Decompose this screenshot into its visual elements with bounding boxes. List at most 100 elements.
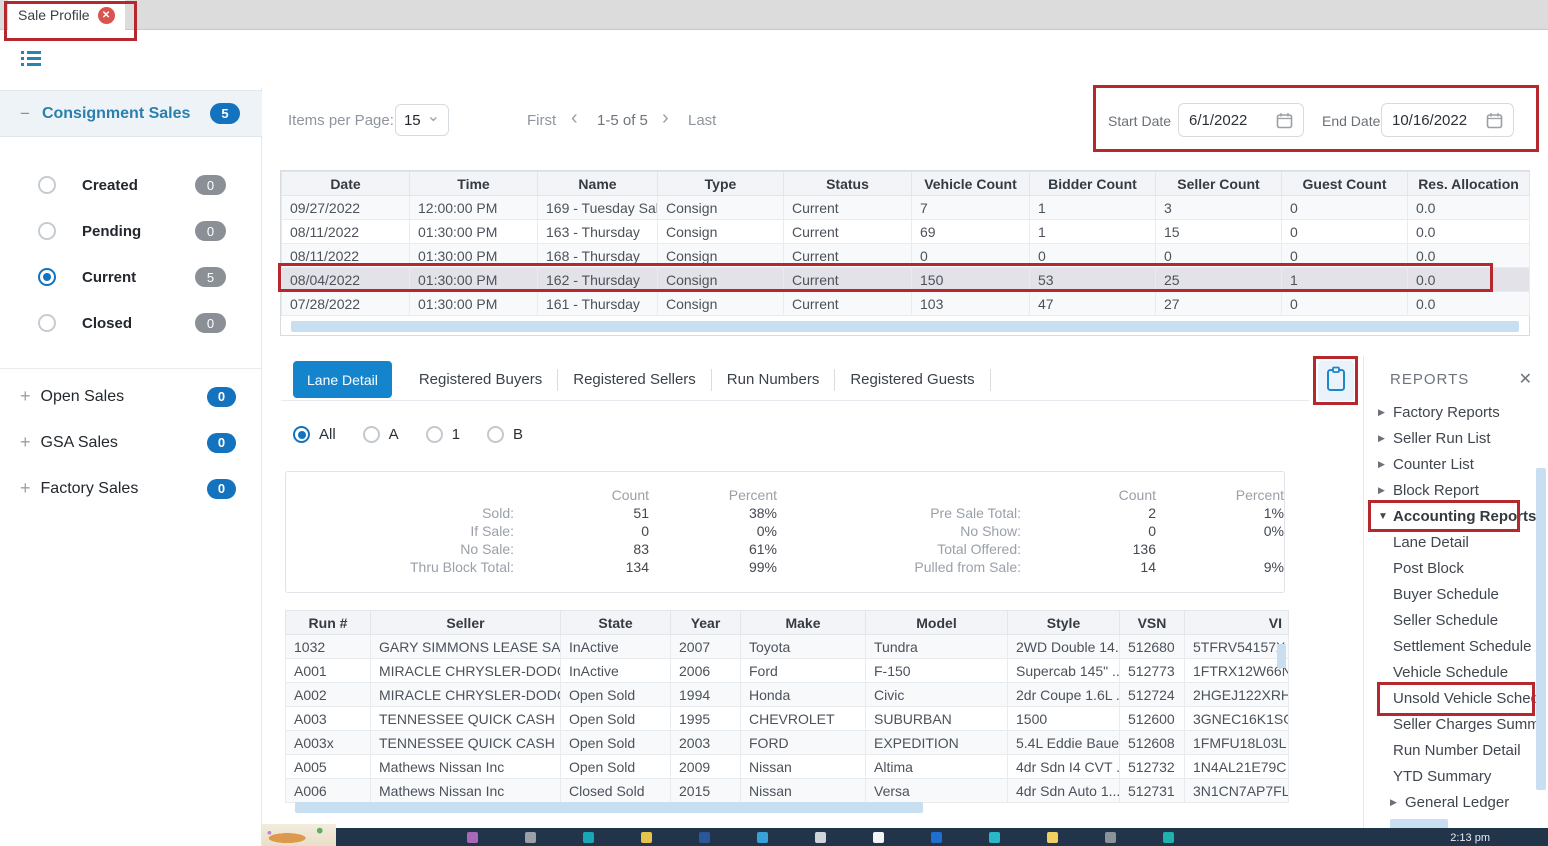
- close-icon[interactable]: ✕: [1519, 369, 1532, 389]
- sidebar-item-gsa-sales[interactable]: GSA Sales 0: [0, 419, 262, 465]
- lane-filter-a[interactable]: A: [363, 426, 399, 443]
- photos-icon[interactable]: [931, 832, 942, 843]
- report-item[interactable]: ▶ Block Report: [1368, 477, 1540, 503]
- sidebar-item-open-sales[interactable]: Open Sales 0: [0, 373, 262, 419]
- lane-filter-b[interactable]: B: [487, 426, 523, 443]
- count-header: Count: [1021, 486, 1156, 504]
- start-date-label: Start Date: [1108, 113, 1171, 129]
- taskbar-icons: [467, 832, 1174, 843]
- browser-icon[interactable]: [757, 832, 768, 843]
- word-app-icon[interactable]: [699, 832, 710, 843]
- radio-icon: [487, 426, 504, 443]
- report-item[interactable]: ▶ Seller Run List: [1368, 425, 1540, 451]
- report-item[interactable]: Post Block: [1368, 555, 1540, 581]
- expand-plus-icon: [20, 386, 31, 407]
- vertical-scrollbar[interactable]: [1277, 644, 1286, 668]
- horizontal-scrollbar[interactable]: [295, 802, 923, 813]
- report-item[interactable]: Run Number Detail: [1368, 737, 1540, 763]
- sidebar: Consignment Sales 5 Created 0 Pending 0 …: [0, 88, 262, 846]
- expand-arrow-icon: ▶: [1378, 433, 1393, 444]
- report-item[interactable]: YTD Summary: [1368, 763, 1540, 789]
- close-icon[interactable]: ✕: [98, 7, 115, 24]
- expand-plus-icon: [20, 478, 31, 499]
- vehicle-row[interactable]: A001MIRACLE CHRYSLER-DODGE-J... InActive…: [286, 659, 1289, 683]
- expand-plus-icon: [20, 432, 31, 453]
- count-badge: 0: [195, 221, 226, 241]
- sidebar-section-consignment-sales[interactable]: Consignment Sales 5: [0, 90, 262, 137]
- sidebar-item-factory-sales[interactable]: Factory Sales 0: [0, 465, 262, 511]
- expand-arrow-icon: ▶: [1390, 797, 1405, 808]
- report-item[interactable]: ▶ General Ledger: [1368, 789, 1540, 815]
- files-icon[interactable]: [815, 832, 826, 843]
- report-item[interactable]: Settlement Schedule: [1368, 633, 1540, 659]
- vehicle-table-header: Run # Seller State Year Make Model Style…: [286, 611, 1289, 635]
- count-badge: 0: [207, 387, 236, 407]
- vehicle-row[interactable]: A005Mathews Nissan Inc Open Sold2009 Nis…: [286, 755, 1289, 779]
- divider: [1363, 356, 1364, 832]
- pagination-next-icon[interactable]: [662, 107, 669, 130]
- vehicle-row[interactable]: A002MIRACLE CHRYSLER-DODGE-J... Open Sol…: [286, 683, 1289, 707]
- list-menu-icon[interactable]: [20, 50, 42, 68]
- teal-app-icon[interactable]: [583, 832, 594, 843]
- report-item[interactable]: ▶ Counter List: [1368, 451, 1540, 477]
- pagination-last[interactable]: Last: [688, 112, 716, 129]
- pagination-prev-icon[interactable]: [571, 107, 578, 130]
- sale-row[interactable]: 08/04/202201:30:00 PM 162 - ThursdayCons…: [282, 268, 1530, 292]
- report-item[interactable]: Vehicle Schedule: [1368, 659, 1540, 685]
- vehicle-row[interactable]: A003xTENNESSEE QUICK CASH INC Open Sold2…: [286, 731, 1289, 755]
- notes-icon[interactable]: [641, 832, 652, 843]
- settings-icon[interactable]: [873, 832, 884, 843]
- sale-row[interactable]: 08/11/202201:30:00 PM 163 - ThursdayCons…: [282, 220, 1530, 244]
- report-item[interactable]: Buyer Schedule: [1368, 581, 1540, 607]
- horizontal-scrollbar[interactable]: [291, 321, 1519, 332]
- teams-icon[interactable]: [989, 832, 1000, 843]
- vertical-scrollbar[interactable]: [1536, 468, 1546, 790]
- folder-icon[interactable]: [525, 832, 536, 843]
- tab-run-numbers[interactable]: Run Numbers: [712, 369, 836, 391]
- items-per-page-label: Items per Page:: [288, 112, 394, 129]
- reports-panel: REPORTS ✕ ▶ Factory Reports ▶ Seller Run…: [1368, 365, 1540, 825]
- percent-header: Percent: [649, 486, 777, 504]
- taskbar-thumbnail[interactable]: [262, 824, 336, 846]
- report-item[interactable]: Lane Detail: [1368, 529, 1540, 555]
- sidebar-item-closed[interactable]: Closed 0: [0, 300, 262, 346]
- vehicle-row[interactable]: A006Mathews Nissan Inc Closed Sold2015 N…: [286, 779, 1289, 803]
- count-badge: 0: [195, 175, 226, 195]
- lane-filter-all[interactable]: All: [293, 426, 336, 443]
- media-icon[interactable]: [1105, 832, 1116, 843]
- end-date-label: End Date: [1322, 113, 1380, 129]
- items-per-page-select[interactable]: 15: [395, 104, 449, 136]
- calendar-icon[interactable]: [1276, 112, 1293, 129]
- tab-registered-buyers[interactable]: Registered Buyers: [404, 369, 558, 391]
- calendar-icon[interactable]: [1486, 112, 1503, 129]
- sale-row[interactable]: 07/28/202201:30:00 PM 161 - ThursdayCons…: [282, 292, 1530, 316]
- chat-icon[interactable]: [1163, 832, 1174, 843]
- star-icon[interactable]: [1047, 832, 1058, 843]
- start-date-input[interactable]: 6/1/2022: [1178, 103, 1304, 137]
- tab-registered-guests[interactable]: Registered Guests: [835, 369, 990, 391]
- tab-lane-detail[interactable]: Lane Detail: [293, 361, 392, 398]
- radio-icon: [38, 314, 56, 332]
- pagination-first[interactable]: First: [527, 112, 556, 129]
- sidebar-item-created[interactable]: Created 0: [0, 162, 262, 208]
- sale-row[interactable]: 09/27/202212:00:00 PM 169 - Tuesday Sale…: [282, 196, 1530, 220]
- palette-icon[interactable]: [467, 832, 478, 843]
- sidebar-item-current[interactable]: Current 5: [0, 254, 262, 300]
- lane-filter-1[interactable]: 1: [426, 426, 460, 443]
- report-item[interactable]: Seller Charges Summary: [1368, 711, 1540, 737]
- section-label: Consignment Sales: [42, 105, 210, 123]
- vehicle-row[interactable]: 1032GARY SIMMONS LEASE SALES ... InActiv…: [286, 635, 1289, 659]
- sidebar-item-pending[interactable]: Pending 0: [0, 208, 262, 254]
- tab-registered-sellers[interactable]: Registered Sellers: [558, 369, 712, 391]
- report-item[interactable]: Unsold Vehicle Schedule: [1368, 685, 1540, 711]
- windows-taskbar: 2:13 pm: [262, 828, 1548, 846]
- sale-row[interactable]: 08/11/202201:30:00 PM 168 - ThursdayCons…: [282, 244, 1530, 268]
- sales-table-container: Date Time Name Type Status Vehicle Count…: [280, 170, 1530, 336]
- reports-clipboard-button[interactable]: [1318, 361, 1354, 401]
- tab-sale-profile[interactable]: Sale Profile ✕: [8, 0, 125, 30]
- end-date-input[interactable]: 10/16/2022: [1381, 103, 1514, 137]
- report-item[interactable]: ▼ Accounting Reports: [1368, 503, 1540, 529]
- report-item[interactable]: ▶ Factory Reports: [1368, 399, 1540, 425]
- report-item[interactable]: Seller Schedule: [1368, 607, 1540, 633]
- vehicle-row[interactable]: A003TENNESSEE QUICK CASH INC Open Sold19…: [286, 707, 1289, 731]
